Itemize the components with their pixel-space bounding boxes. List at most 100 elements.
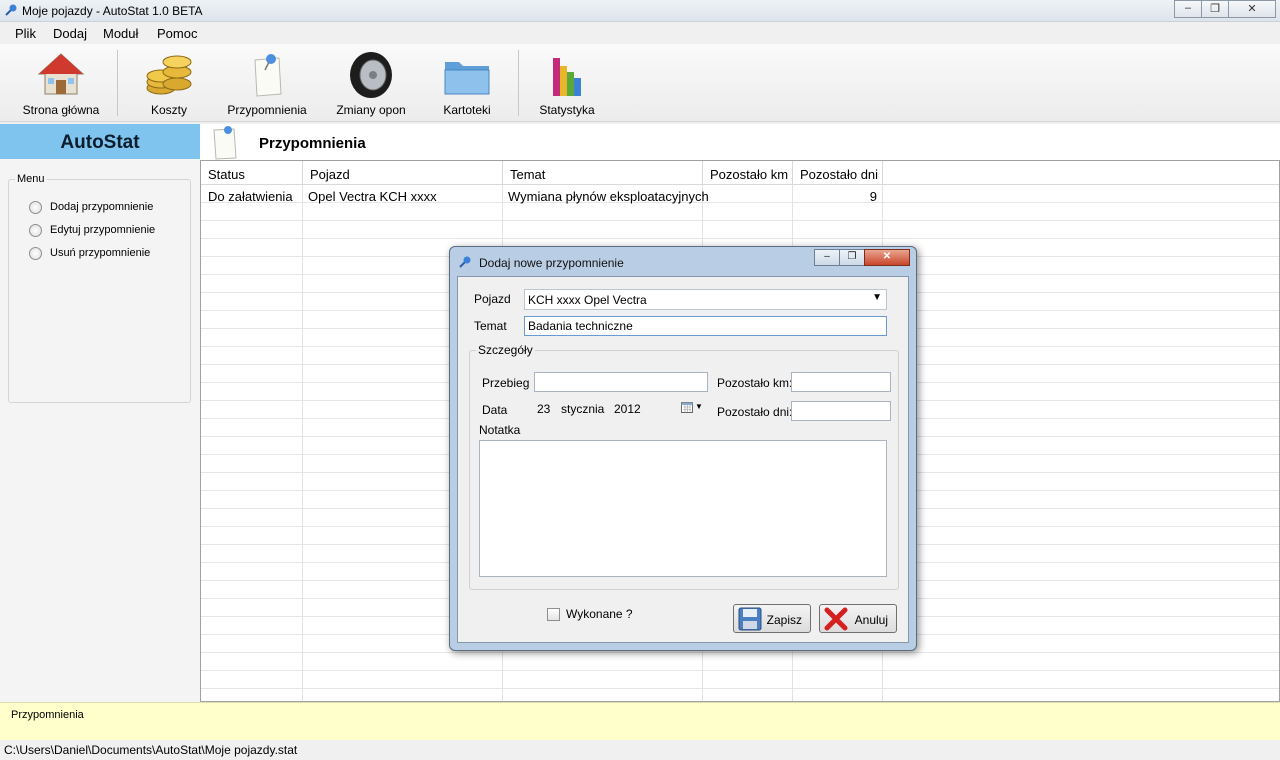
- cancel-label: Anuluj: [854, 613, 888, 627]
- szczegoly-groupbox: Szczegóły Przebieg Pozostało km: Data 23…: [469, 343, 899, 590]
- pojazd-selected-value: KCH xxxx Opel Vectra: [528, 293, 647, 307]
- minimize-icon: –: [1184, 2, 1192, 14]
- temat-input[interactable]: [524, 316, 887, 336]
- cell-pojazd: Opel Vectra KCH xxxx: [308, 189, 437, 204]
- column-header-km[interactable]: Pozostało km: [703, 161, 793, 185]
- maximize-icon: ❐: [847, 251, 857, 262]
- temat-label: Temat: [474, 319, 507, 333]
- toolbar-home-label: Strona główna: [22, 103, 100, 117]
- date-day: 23: [537, 402, 551, 416]
- menu-group-label: Menu: [15, 173, 47, 185]
- toolbar-stats-button[interactable]: Statystyka: [536, 48, 598, 118]
- toolbar-tires-label: Zmiany opon: [336, 103, 406, 117]
- toolbar-records-label: Kartoteki: [443, 103, 491, 117]
- data-label: Data: [482, 403, 508, 417]
- menu-groupbox: Menu Dodaj przypomnienie Edytuj przypomn…: [8, 173, 191, 403]
- pozostalo-dni-label: Pozostało dni:: [717, 405, 793, 419]
- maximize-icon: ❐: [1210, 3, 1220, 15]
- pojazd-select[interactable]: KCH xxxx Opel Vectra ▼: [524, 289, 887, 310]
- column-header-temat[interactable]: Temat: [503, 161, 703, 185]
- table-row[interactable]: Do załatwienia Opel Vectra KCH xxxx Wymi…: [201, 186, 1279, 204]
- pojazd-label: Pojazd: [474, 292, 511, 306]
- toolbar-records-button[interactable]: Kartoteki: [436, 48, 498, 118]
- chevron-down-icon[interactable]: ▼: [695, 402, 703, 411]
- content-header: Przypomnienia: [200, 124, 1280, 160]
- dialog-minimize-button[interactable]: –: [814, 249, 840, 266]
- tire-icon: [350, 52, 392, 98]
- pin-note-icon: [254, 54, 282, 97]
- radio-button[interactable]: [29, 247, 42, 260]
- brand-header: AutoStat: [0, 124, 200, 159]
- pozostalo-km-input[interactable]: [791, 372, 891, 392]
- szczegoly-label: Szczegóły: [476, 343, 535, 357]
- wykonane-checkbox[interactable]: [547, 608, 560, 621]
- cell-status: Do załatwienia: [208, 189, 293, 204]
- bar-chart-icon: [553, 58, 581, 96]
- notatka-textarea[interactable]: [479, 440, 887, 577]
- column-header-status[interactable]: Status: [201, 161, 303, 185]
- dialog-title: Dodaj nowe przypomnienie: [479, 256, 624, 270]
- toolbar-separator: [518, 50, 519, 116]
- radio-label: Dodaj przypomnienie: [50, 201, 154, 213]
- grid-header: Status Pojazd Temat Pozostało km Pozosta…: [201, 161, 1279, 185]
- menu-modul[interactable]: Moduł: [103, 26, 138, 41]
- menu-dodaj[interactable]: Dodaj: [53, 26, 87, 41]
- wykonane-label: Wykonane ?: [566, 607, 633, 621]
- brand-title: AutoStat: [60, 132, 140, 153]
- radio-label: Usuń przypomnienie: [50, 247, 151, 259]
- cell-dni: 9: [869, 189, 877, 204]
- file-path: C:\Users\Daniel\Documents\AutoStat\Moje …: [4, 743, 298, 757]
- folder-icon: [444, 62, 490, 95]
- menu-pomoc[interactable]: Pomoc: [157, 26, 197, 41]
- column-header-dni[interactable]: Pozostało dni: [793, 161, 883, 185]
- calendar-icon[interactable]: [681, 402, 693, 413]
- date-month: stycznia: [561, 402, 605, 416]
- toolbar-tires-button[interactable]: Zmiany opon: [330, 48, 412, 118]
- toolbar-reminders-button[interactable]: Przypomnienia: [224, 48, 310, 118]
- close-icon: ✕: [882, 251, 892, 262]
- pin-note-icon: [213, 126, 237, 160]
- notatka-label: Notatka: [479, 423, 521, 437]
- window-title: Moje pojazdy - AutoStat 1.0 BETA: [22, 4, 203, 18]
- date-year: 2012: [614, 402, 641, 416]
- menubar: Plik Dodaj Moduł Pomoc: [0, 22, 1280, 44]
- sidebar: Menu Dodaj przypomnienie Edytuj przypomn…: [0, 159, 200, 702]
- maximize-button[interactable]: ❐: [1201, 0, 1229, 18]
- dialog-maximize-button[interactable]: ❐: [839, 249, 865, 266]
- pozostalo-km-label: Pozostało km:: [717, 376, 793, 390]
- date-picker[interactable]: 23 stycznia 2012 ▼: [534, 398, 708, 418]
- save-label: Zapisz: [766, 613, 802, 627]
- toolbar-stats-label: Statystyka: [539, 103, 595, 117]
- chevron-down-icon: ▼: [872, 292, 882, 303]
- grid-column-divider: [302, 161, 303, 701]
- toolbar-costs-button[interactable]: Koszty: [138, 48, 200, 118]
- toolbar-home-button[interactable]: Strona główna: [18, 48, 104, 118]
- cancel-button[interactable]: Anuluj: [819, 604, 897, 633]
- close-button[interactable]: ✕: [1228, 0, 1276, 18]
- przebieg-input[interactable]: [534, 372, 708, 392]
- menu-plik[interactable]: Plik: [15, 26, 36, 41]
- status-panel: Przypomnienia: [0, 702, 1280, 740]
- radio-button[interactable]: [29, 201, 42, 214]
- floppy-disk-icon: [738, 607, 762, 631]
- red-x-icon: [824, 607, 848, 631]
- status-text: Przypomnienia: [11, 709, 84, 721]
- coins-icon: [146, 55, 192, 95]
- radio-button[interactable]: [29, 224, 42, 237]
- page-title: Przypomnienia: [259, 135, 366, 152]
- file-path-bar: C:\Users\Daniel\Documents\AutoStat\Moje …: [0, 740, 1280, 760]
- toolbar-reminders-label: Przypomnienia: [227, 103, 307, 117]
- przebieg-label: Przebieg: [482, 376, 530, 390]
- column-header-pojazd[interactable]: Pojazd: [303, 161, 503, 185]
- dialog-body: Pojazd KCH xxxx Opel Vectra ▼ Temat Szcz…: [457, 276, 909, 643]
- save-button[interactable]: Zapisz: [733, 604, 811, 633]
- pin-icon: [459, 256, 471, 268]
- window-titlebar: Moje pojazdy - AutoStat 1.0 BETA – ❐ ✕: [0, 0, 1280, 22]
- pozostalo-dni-input[interactable]: [791, 401, 891, 421]
- radio-label: Edytuj przypomnienie: [50, 224, 156, 236]
- toolbar-separator: [117, 50, 118, 116]
- dialog-close-button[interactable]: ✕: [864, 249, 910, 266]
- minimize-button[interactable]: –: [1174, 0, 1202, 18]
- cell-temat: Wymiana płynów eksploatacyjnych: [508, 189, 709, 204]
- minimize-icon: –: [824, 251, 830, 262]
